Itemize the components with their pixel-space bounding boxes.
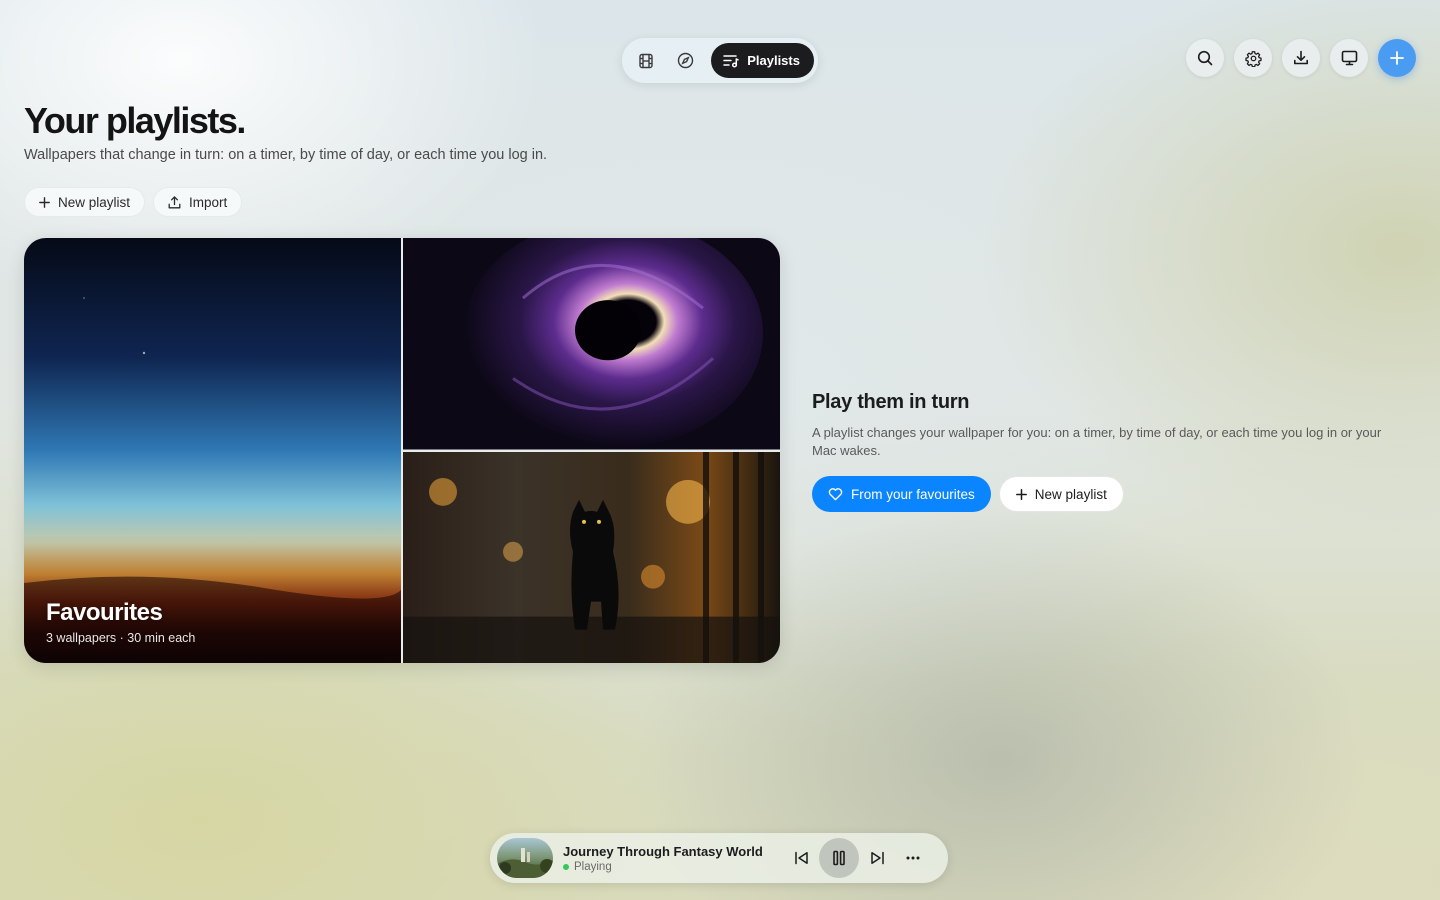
skip-forward-icon xyxy=(870,851,884,865)
thumbnail-black-hole xyxy=(403,238,780,450)
status-label: Playing xyxy=(574,860,612,873)
page-title: Your playlists. xyxy=(24,100,246,141)
film-icon xyxy=(639,53,653,68)
from-favourites-label: From your favourites xyxy=(851,486,975,502)
gear-icon xyxy=(1244,50,1262,67)
plus-icon xyxy=(1390,51,1404,65)
previous-button[interactable] xyxy=(783,840,819,876)
promo-new-playlist-label: New playlist xyxy=(1034,486,1107,502)
tab-playlists-label: Playlists xyxy=(747,53,800,68)
playlist-promo: Play them in turn A playlist changes you… xyxy=(812,391,1402,512)
tab-explore[interactable] xyxy=(666,42,706,79)
status-dot xyxy=(563,863,569,870)
display-button[interactable] xyxy=(1330,39,1368,77)
heart-icon xyxy=(828,488,843,501)
skip-back-icon xyxy=(794,851,808,865)
upload-icon xyxy=(168,195,181,208)
tab-library[interactable] xyxy=(626,42,666,79)
ellipsis-icon xyxy=(906,856,920,860)
playlist-icon xyxy=(723,54,739,68)
playlist-title: Favourites xyxy=(46,599,163,626)
display-icon xyxy=(1341,50,1357,66)
track-title: Journey Through Fantasy World xyxy=(563,843,763,859)
search-button[interactable] xyxy=(1186,39,1224,77)
thumbnail-moon-sunset: Favourites 3 wallpapers · 30 min each xyxy=(24,238,401,663)
promo-description: A playlist changes your wallpaper for yo… xyxy=(812,425,1382,458)
add-button[interactable] xyxy=(1378,39,1416,77)
track-info: Journey Through Fantasy World Playing xyxy=(563,844,783,873)
track-status: Playing xyxy=(563,861,783,873)
import-button[interactable]: Import xyxy=(153,187,243,217)
import-label: Import xyxy=(189,194,228,210)
toolbar xyxy=(1186,39,1416,77)
promo-new-playlist-button[interactable]: New playlist xyxy=(998,476,1124,512)
playlist-meta: 3 wallpapers · 30 min each xyxy=(46,631,196,645)
now-playing-bar: Journey Through Fantasy World Playing xyxy=(490,833,948,883)
promo-title: Play them in turn xyxy=(812,391,970,413)
thumbnail-black-cat xyxy=(403,451,780,663)
new-playlist-label: New playlist xyxy=(58,194,131,210)
now-playing-thumbnail[interactable] xyxy=(497,838,553,878)
page-subtitle: Wallpapers that change in turn: on a tim… xyxy=(24,147,548,163)
settings-button[interactable] xyxy=(1234,39,1272,77)
promo-actions: From your favourites New playlist xyxy=(812,476,1402,512)
tab-playlists[interactable]: Playlists xyxy=(711,43,814,78)
thumbnail-column xyxy=(403,238,780,663)
playlist-caption: Favourites 3 wallpapers · 30 min each xyxy=(46,599,195,645)
black-hole-image xyxy=(403,238,780,450)
compass-icon xyxy=(677,52,694,69)
next-button[interactable] xyxy=(859,840,895,876)
more-button[interactable] xyxy=(895,840,931,876)
plus-icon xyxy=(1015,488,1027,500)
download-icon xyxy=(1294,50,1308,65)
from-favourites-button[interactable]: From your favourites xyxy=(812,476,991,512)
view-switcher: Playlists xyxy=(622,38,818,83)
search-icon xyxy=(1197,50,1213,66)
pause-button[interactable] xyxy=(819,838,859,878)
downloads-button[interactable] xyxy=(1282,39,1320,77)
plus-icon xyxy=(39,196,50,208)
header-actions: New playlist Import xyxy=(24,187,243,217)
new-playlist-button[interactable]: New playlist xyxy=(24,187,146,217)
playlist-card-favourites[interactable]: Favourites 3 wallpapers · 30 min each xyxy=(24,238,780,663)
fantasy-world-image xyxy=(497,838,553,878)
black-cat-image xyxy=(403,451,780,663)
pause-icon xyxy=(833,850,845,866)
